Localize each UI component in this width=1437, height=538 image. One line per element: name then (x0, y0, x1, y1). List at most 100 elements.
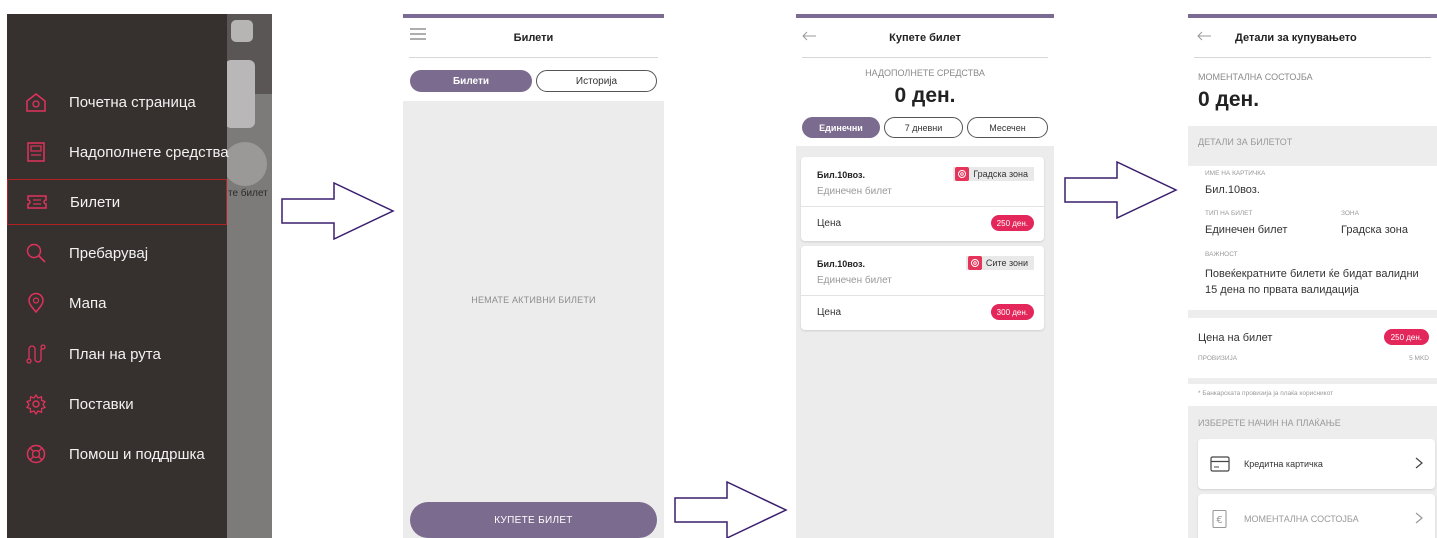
ticket-name: Бил.10воз. (817, 259, 865, 269)
page-title: Билети (513, 32, 554, 44)
back-arrow-icon[interactable] (1197, 31, 1211, 41)
header-divider (409, 57, 658, 58)
payment-method-label: Кредитна картичка (1244, 459, 1323, 469)
ticket-type: Единечен билет (817, 275, 892, 286)
chevron-right-icon (1415, 512, 1423, 524)
flow-arrow-icon (1064, 161, 1178, 219)
balance-label: МОМЕНТАЛНА СОСТОЈБА (1198, 72, 1313, 82)
fee-label: ПРОВИЗИЈА (1198, 355, 1238, 362)
ticket-type-label: ТИП НА БИЛЕТ (1205, 210, 1253, 217)
page-title: Детали за купувањето (1235, 32, 1357, 44)
price-label: Цена (817, 218, 842, 229)
tab-tickets[interactable]: Билети (410, 70, 532, 92)
fee-value: 5 MKD (1409, 355, 1429, 362)
purchase-details-screen: Детали за купувањето МОМЕНТАЛНА СОСТОЈБА… (1188, 14, 1437, 538)
ticket-price-label: Цена на билет (1198, 332, 1273, 344)
background-ticket-icon (223, 142, 267, 186)
ticket-options-list: Бил.10воз. Единечен билет Градска зона Ц… (796, 146, 1054, 538)
zone-label: Градска зона (973, 169, 1028, 179)
card-divider (801, 295, 1044, 296)
page-title: Купете билет (889, 32, 961, 44)
balance-value: 0 ден. (1198, 88, 1260, 111)
nav-item-label: Помош и поддршка (69, 445, 205, 463)
lifebuoy-icon (25, 443, 47, 465)
validity-label: ВАЖНОСТ (1205, 251, 1238, 258)
drawer-panel: Почетна страница Надополнете средства Би… (7, 14, 229, 538)
ticket-type: Единечен билет (817, 186, 892, 197)
nav-item-home[interactable]: Почетна страница (7, 79, 227, 125)
section-spacer (1188, 310, 1437, 318)
credit-card-icon (1210, 456, 1230, 472)
ticket-price-badge: 250 ден. (1383, 329, 1429, 345)
section-spacer (1188, 378, 1437, 384)
wallet-icon (25, 141, 47, 163)
buy-ticket-button[interactable]: КУПЕТЕ БИЛЕТ (410, 502, 657, 538)
nav-item-label: Пребарувај (69, 244, 149, 262)
buy-ticket-screen: Купете билет НАДОПОЛНЕТЕ СРЕДСТВА 0 ден.… (796, 14, 1054, 538)
nav-item-label: Мапа (69, 294, 107, 312)
fee-note: * Банкарската провизија ја плаќа корисни… (1198, 390, 1334, 397)
empty-state-text: НЕМАТЕ АКТИВНИ БИЛЕТИ (471, 295, 596, 305)
ticket-option-card[interactable]: Бил.10воз. Единечен билет Градска зона Ц… (801, 157, 1044, 241)
tab-monthly[interactable]: Месечен (967, 117, 1048, 138)
nav-item-search[interactable]: Пребарувај (7, 230, 227, 276)
payment-section-header: ИЗБЕРЕТЕ НАЧИН НА ПЛАЌАЊЕ (1198, 418, 1341, 428)
euro-wallet-icon: € (1212, 510, 1227, 528)
ticket-details-header: ДЕТАЛИ ЗА БИЛЕТОТ (1188, 126, 1437, 158)
navigation-drawer-screen: те билет Почетна страница Надополнете ср… (7, 14, 272, 538)
payment-method-label: МОМЕНТАЛНА СОСТОЈБА (1244, 514, 1359, 524)
header-divider (1194, 57, 1431, 58)
background-card (225, 60, 255, 128)
nav-item-topup[interactable]: Надополнете средства (7, 129, 229, 175)
zone-badge: Сите зони (965, 256, 1034, 270)
nav-item-label: Билети (70, 193, 121, 211)
price-badge: 300 ден. (990, 304, 1034, 320)
search-icon (25, 242, 47, 264)
validity-value: Повеќекратните билети ќе бидат валидни 1… (1205, 268, 1419, 296)
zone-icon (955, 167, 970, 181)
tickets-list (403, 101, 664, 538)
ticket-type-value: Единечен билет (1205, 224, 1288, 236)
flow-arrow-icon (674, 481, 788, 538)
background-label: те билет (228, 188, 268, 199)
zone-icon (967, 256, 982, 270)
flow-arrow-icon (281, 182, 395, 240)
chevron-right-icon (1415, 457, 1423, 469)
topup-link[interactable]: НАДОПОЛНЕТЕ СРЕДСТВА (796, 68, 1054, 78)
svg-text:€: € (1216, 515, 1222, 526)
nav-item-settings[interactable]: Поставки (7, 381, 227, 427)
header-divider (802, 57, 1048, 58)
zone-value: Градска зона (1341, 224, 1408, 236)
balance-value: 0 ден. (894, 84, 956, 107)
nav-item-route-plan[interactable]: План на рута (7, 331, 227, 377)
card-name-label: ИМЕ НА КАРТИЧКА (1205, 170, 1266, 177)
top-accent-bar (796, 14, 1054, 18)
tab-history[interactable]: Историја (536, 70, 657, 92)
background-logo-icon (231, 20, 253, 42)
nav-item-label: Надополнете средства (69, 143, 229, 161)
card-divider (801, 206, 1044, 207)
nav-item-label: План на рута (69, 345, 161, 363)
payment-method-balance[interactable]: € МОМЕНТАЛНА СОСТОЈБА (1198, 494, 1435, 538)
ticket-option-card[interactable]: Бил.10воз. Единечен билет Сите зони Цена… (801, 246, 1044, 330)
tickets-screen: Билети Билети Историја НЕМАТЕ АКТИВНИ БИ… (403, 14, 664, 538)
tab-7-day[interactable]: 7 дневни (884, 117, 963, 138)
gear-icon (25, 393, 47, 415)
price-label: Цена (817, 307, 842, 318)
tab-single[interactable]: Единечни (802, 117, 880, 138)
price-badge: 250 ден. (990, 215, 1034, 231)
card-name-value: Бил.10воз. (1205, 184, 1260, 196)
zone-badge: Градска зона (953, 167, 1034, 181)
nav-item-tickets[interactable]: Билети (7, 179, 227, 225)
top-accent-bar (403, 14, 664, 18)
payment-method-credit-card[interactable]: Кредитна картичка (1198, 439, 1435, 489)
nav-item-map[interactable]: Мапа (7, 280, 227, 326)
section-spacer (1188, 158, 1437, 166)
nav-item-label: Почетна страница (69, 93, 196, 111)
top-accent-bar (1188, 14, 1437, 18)
nav-item-help[interactable]: Помош и поддршка (7, 431, 227, 477)
ticket-icon (26, 191, 48, 213)
ticket-name: Бил.10воз. (817, 170, 865, 180)
zone-label: Сите зони (985, 258, 1028, 268)
zone-label: ЗОНА (1341, 210, 1359, 217)
